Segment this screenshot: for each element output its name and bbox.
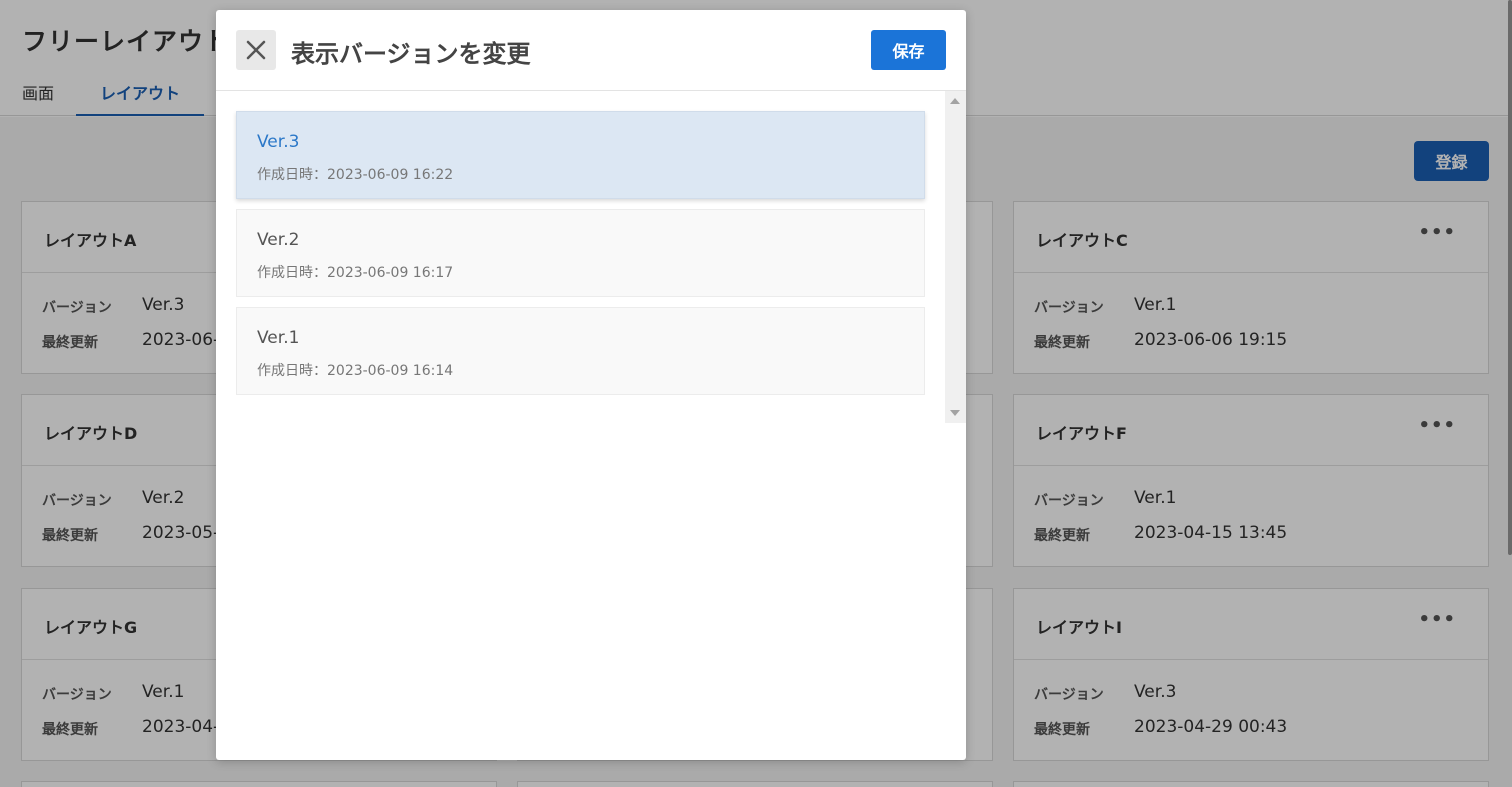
version-list: Ver.3 作成日時：2023-06-09 16:22 Ver.2 作成日時：2… <box>216 91 966 423</box>
modal-header: 表示バージョンを変更 保存 <box>216 10 966 91</box>
scroll-up-icon[interactable] <box>950 98 960 104</box>
version-date: 作成日時：2023-06-09 16:22 <box>257 167 454 183</box>
version-item[interactable]: Ver.3 作成日時：2023-06-09 16:22 <box>236 111 925 199</box>
modal-title: 表示バージョンを変更 <box>291 40 531 68</box>
version-item[interactable]: Ver.1 作成日時：2023-06-09 16:14 <box>236 307 925 395</box>
close-button[interactable] <box>236 30 276 70</box>
scroll-down-icon[interactable] <box>950 410 960 416</box>
version-date: 作成日時：2023-06-09 16:17 <box>257 265 454 281</box>
version-date: 作成日時：2023-06-09 16:14 <box>257 363 454 379</box>
save-button[interactable]: 保存 <box>871 30 946 70</box>
version-label: Ver.3 <box>257 132 300 152</box>
version-label: Ver.1 <box>257 328 300 348</box>
page-scrollbar[interactable] <box>1508 0 1512 555</box>
change-version-modal: 表示バージョンを変更 保存 Ver.3 作成日時：2023-06-09 16:2… <box>216 10 966 760</box>
version-item[interactable]: Ver.2 作成日時：2023-06-09 16:17 <box>236 209 925 297</box>
version-label: Ver.2 <box>257 230 300 250</box>
close-icon <box>246 40 266 60</box>
list-scrollbar[interactable] <box>945 91 966 423</box>
